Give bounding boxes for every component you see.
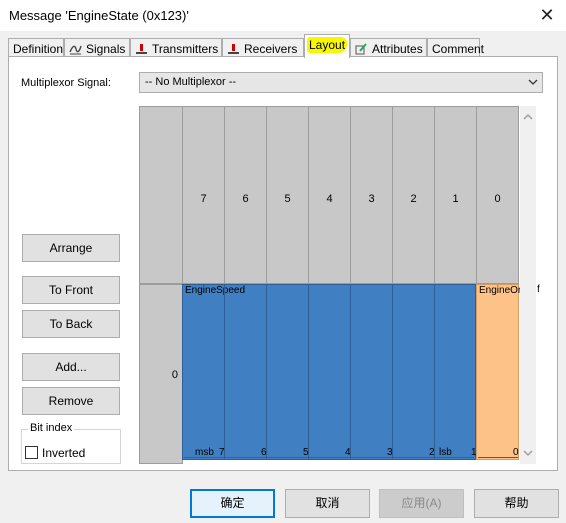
signal-name-label: EngineSpeed <box>185 285 246 296</box>
multiplexor-select[interactable]: -- No Multiplexor -- <box>139 72 543 93</box>
bit-label: 6 <box>261 447 267 458</box>
tab-comment-label: Comment <box>432 42 485 56</box>
grid-corner-cell <box>139 106 183 284</box>
bit-header-label: 6 <box>242 193 249 205</box>
bit-header-label: 7 <box>200 193 207 205</box>
multiplexor-label: Multiplexor Signal: <box>21 77 111 89</box>
bit-header-cell: 4 <box>308 106 351 284</box>
bit-divider <box>224 284 225 460</box>
add-button[interactable]: Add... <box>22 353 120 381</box>
bit-header-cell: 6 <box>224 106 267 284</box>
tab-definition[interactable]: Definition <box>8 38 64 57</box>
bit-divider <box>350 284 351 460</box>
bit-label: 5 <box>303 447 309 458</box>
bit-header-label: 1 <box>452 193 459 205</box>
bit-label: 7 <box>219 447 225 458</box>
bit-header-label: 0 <box>494 193 501 205</box>
tab-comment[interactable]: Comment <box>427 38 484 57</box>
signal-name-label: EngineOn <box>479 285 524 296</box>
receiver-icon <box>228 44 239 54</box>
bit-divider <box>392 284 393 460</box>
cancel-button[interactable]: 取消 <box>285 489 370 518</box>
tab-transmitters[interactable]: Transmitters <box>130 38 222 57</box>
transmitter-icon <box>136 44 147 54</box>
bit-header-cell: 7 <box>182 106 225 284</box>
bit-label: 3 <box>387 447 393 458</box>
signal-engine-speed[interactable]: EngineSpeed <box>182 284 476 460</box>
remove-button[interactable]: Remove <box>22 387 120 415</box>
bit-header-label: 2 <box>410 193 417 205</box>
tab-layout-label: Layout <box>309 38 346 52</box>
tab-attributes-label: Attributes <box>372 42 423 56</box>
tab-signals-label: Signals <box>86 42 126 56</box>
tab-signals[interactable]: Signals <box>64 38 130 57</box>
bit-index-label: Bit index <box>28 422 75 434</box>
help-button[interactable]: 帮助 <box>474 489 559 518</box>
bit-index-group: Bit index Inverted <box>21 422 121 464</box>
window-title: Message 'EngineState (0x123)' <box>9 8 189 23</box>
apply-button[interactable]: 应用(A) <box>379 489 464 518</box>
bit-layout-grid[interactable]: 7 6 5 4 3 2 1 0 0 EngineSpeed EngineOn f… <box>139 106 544 464</box>
bit-label: 0 <box>513 447 519 458</box>
bit-header-label: 4 <box>326 193 333 205</box>
bit-label: 1 <box>471 447 477 458</box>
bit-header-cell: 1 <box>434 106 477 284</box>
bit-header-cell: 0 <box>476 106 519 284</box>
tab-receivers[interactable]: Receivers <box>222 38 304 57</box>
signal-engine-on[interactable]: EngineOn <box>476 284 523 460</box>
arrange-button[interactable]: Arrange <box>22 234 120 262</box>
msb-label: msb <box>195 447 214 458</box>
bit-divider <box>266 284 267 460</box>
row-header-label: 0 <box>171 369 178 381</box>
signals-icon <box>69 45 82 55</box>
bit-header-label: 3 <box>368 193 375 205</box>
multiplexor-value: -- No Multiplexor -- <box>145 76 237 88</box>
bit-label: 4 <box>345 447 351 458</box>
tab-definition-label: Definition <box>13 42 64 56</box>
tab-bar: Definition Signals Transmitters Receiver… <box>0 31 566 58</box>
bit-label: 2 <box>429 447 435 458</box>
scroll-up-icon[interactable] <box>522 112 534 122</box>
bit-range-line <box>478 457 518 458</box>
bit-header-cell: 3 <box>350 106 393 284</box>
tab-attributes[interactable]: Attributes <box>350 38 427 57</box>
bit-header-cell: 2 <box>392 106 435 284</box>
to-back-button[interactable]: To Back <box>22 310 120 338</box>
lsb-label: lsb <box>439 447 452 458</box>
row-header-cell: 0 <box>139 284 183 464</box>
tab-receivers-label: Receivers <box>244 42 298 56</box>
bit-divider <box>434 284 435 460</box>
to-front-button[interactable]: To Front <box>22 276 120 304</box>
signal-name-overflow: f <box>537 284 540 295</box>
bit-divider <box>308 284 309 460</box>
vertical-scrollbar[interactable] <box>520 106 536 464</box>
close-button[interactable]: ✕ <box>536 4 558 26</box>
title-bar: Message 'EngineState (0x123)' ✕ <box>0 0 566 31</box>
bit-header-label: 5 <box>284 193 291 205</box>
bit-header-cell: 5 <box>266 106 309 284</box>
chevron-down-icon <box>528 79 538 85</box>
inverted-checkbox[interactable] <box>25 446 38 459</box>
ok-button[interactable]: 确定 <box>190 489 275 518</box>
attributes-icon <box>355 43 367 55</box>
scroll-down-icon[interactable] <box>522 448 534 458</box>
tab-layout[interactable]: Layout <box>304 34 350 58</box>
tab-transmitters-label: Transmitters <box>152 42 219 56</box>
inverted-label: Inverted <box>42 446 86 460</box>
